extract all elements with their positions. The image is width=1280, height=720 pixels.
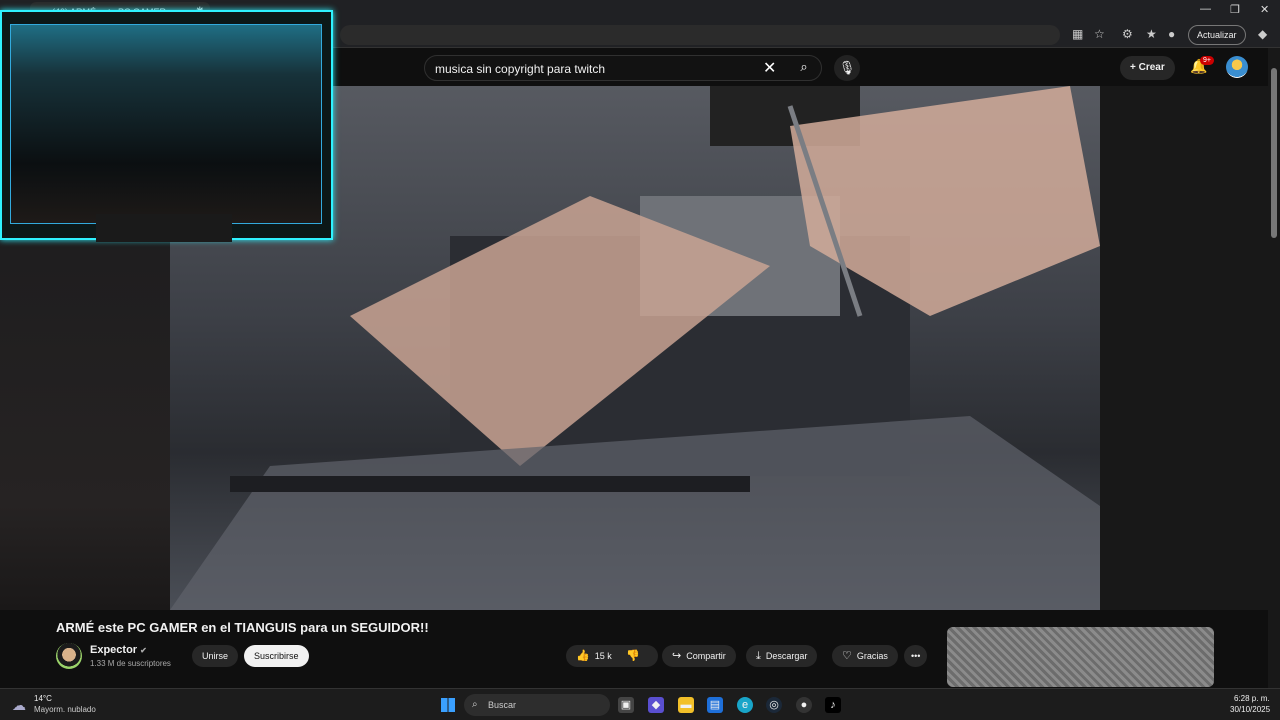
close-window-icon[interactable]: ✕ xyxy=(1260,3,1269,16)
thumbs-down-icon[interactable]: 👎 xyxy=(626,650,640,662)
favorite-star-icon[interactable]: ☆ xyxy=(1094,27,1105,41)
like-dislike-group: 👍 15 k 👎 xyxy=(566,645,658,667)
weather-description[interactable]: Mayorm. nublado xyxy=(34,705,96,714)
webcam-feed xyxy=(10,24,322,224)
page-scrollbar[interactable] xyxy=(1268,48,1280,688)
cloud-icon[interactable]: ☁ xyxy=(12,697,26,714)
channel-avatar[interactable] xyxy=(56,643,82,669)
video-title: ARMÉ este PC GAMER en el TIANGUIS para u… xyxy=(56,620,429,635)
windows-start-icon[interactable] xyxy=(441,698,455,712)
more-actions-button[interactable]: ••• xyxy=(904,645,928,667)
thanks-button[interactable]: ♡ Gracias xyxy=(832,645,898,667)
player-right-area xyxy=(1100,86,1280,610)
channel-name-row[interactable]: Expector ✔ xyxy=(90,644,147,656)
steam-icon[interactable]: ◎ xyxy=(766,697,782,713)
update-button[interactable]: Actualizar xyxy=(1188,25,1246,45)
search-icon: ⌕ xyxy=(472,699,478,710)
windows-taskbar: ☁ 14°C Mayorm. nublado ⌕ Buscar ▣ ◆ ▬ ▤ … xyxy=(0,688,1280,720)
subscribe-button[interactable]: Suscribirse xyxy=(244,645,309,667)
search-box[interactable]: musica sin copyright para twitch ✕ ⌕ xyxy=(424,55,822,81)
verified-icon: ✔ xyxy=(140,646,147,655)
thanks-label: Gracias xyxy=(856,651,888,661)
avatar[interactable] xyxy=(1226,56,1248,78)
webcam-name-bar xyxy=(96,214,232,242)
obs-icon[interactable]: ● xyxy=(796,697,812,713)
create-button[interactable]: + Crear xyxy=(1120,56,1175,80)
join-button[interactable]: Unirse xyxy=(192,645,239,667)
url-field[interactable] xyxy=(340,25,1060,45)
notification-badge: 9+ xyxy=(1200,56,1214,65)
webcam-overlay xyxy=(0,10,333,240)
subscriber-count: 1.33 M de suscriptores xyxy=(90,659,171,668)
favorites-icon[interactable]: ★ xyxy=(1146,27,1157,41)
like-count[interactable]: 15 k xyxy=(595,651,612,661)
tiktok-icon[interactable]: ♪ xyxy=(825,697,841,713)
clock-date[interactable]: 30/10/2025 xyxy=(1230,705,1270,714)
taskbar-search[interactable]: ⌕ Buscar xyxy=(464,694,610,716)
scrollbar-thumb[interactable] xyxy=(1271,68,1277,238)
download-button[interactable]: ⤓ Descargar xyxy=(746,645,818,667)
taskbar-search-placeholder: Buscar xyxy=(488,700,517,710)
sidebar-thumbnail[interactable] xyxy=(947,627,1214,687)
more-icon: ••• xyxy=(911,651,921,661)
thanks-icon: ♡ xyxy=(842,650,852,662)
minimize-icon[interactable]: — xyxy=(1200,3,1211,15)
microphone-icon[interactable]: 🎙 xyxy=(834,55,860,81)
store-icon[interactable]: ▤ xyxy=(707,697,723,713)
share-icon: ↪ xyxy=(672,650,682,662)
clock-time[interactable]: 6:28 p. m. xyxy=(1234,694,1270,703)
search-input[interactable]: musica sin copyright para twitch xyxy=(435,62,605,76)
create-label: Crear xyxy=(1138,62,1165,73)
share-label: Compartir xyxy=(686,651,726,661)
weather-temperature[interactable]: 14°C xyxy=(34,694,52,703)
copilot-icon[interactable]: ◆ xyxy=(1258,27,1267,41)
copilot-app-icon[interactable]: ◆ xyxy=(648,697,664,713)
edge-icon[interactable]: e xyxy=(737,697,753,713)
channel-name[interactable]: Expector xyxy=(90,644,137,656)
clear-search-icon[interactable]: ✕ xyxy=(763,58,776,78)
thumbs-up-icon[interactable]: 👍 xyxy=(576,650,590,662)
search-icon[interactable]: ⌕ xyxy=(789,59,819,79)
download-label: Descargar xyxy=(765,651,808,661)
profile-icon[interactable]: ● xyxy=(1168,27,1175,41)
app-available-icon[interactable]: ▦ xyxy=(1072,27,1083,41)
plus-icon: + xyxy=(1130,62,1139,73)
restore-icon[interactable]: ❐ xyxy=(1230,3,1240,16)
file-explorer-icon[interactable]: ▬ xyxy=(678,697,694,713)
extensions-icon[interactable]: ⚙ xyxy=(1122,27,1133,41)
share-button[interactable]: ↪ Compartir xyxy=(662,645,736,667)
task-view-icon[interactable]: ▣ xyxy=(618,697,634,713)
download-icon: ⤓ xyxy=(756,650,761,662)
